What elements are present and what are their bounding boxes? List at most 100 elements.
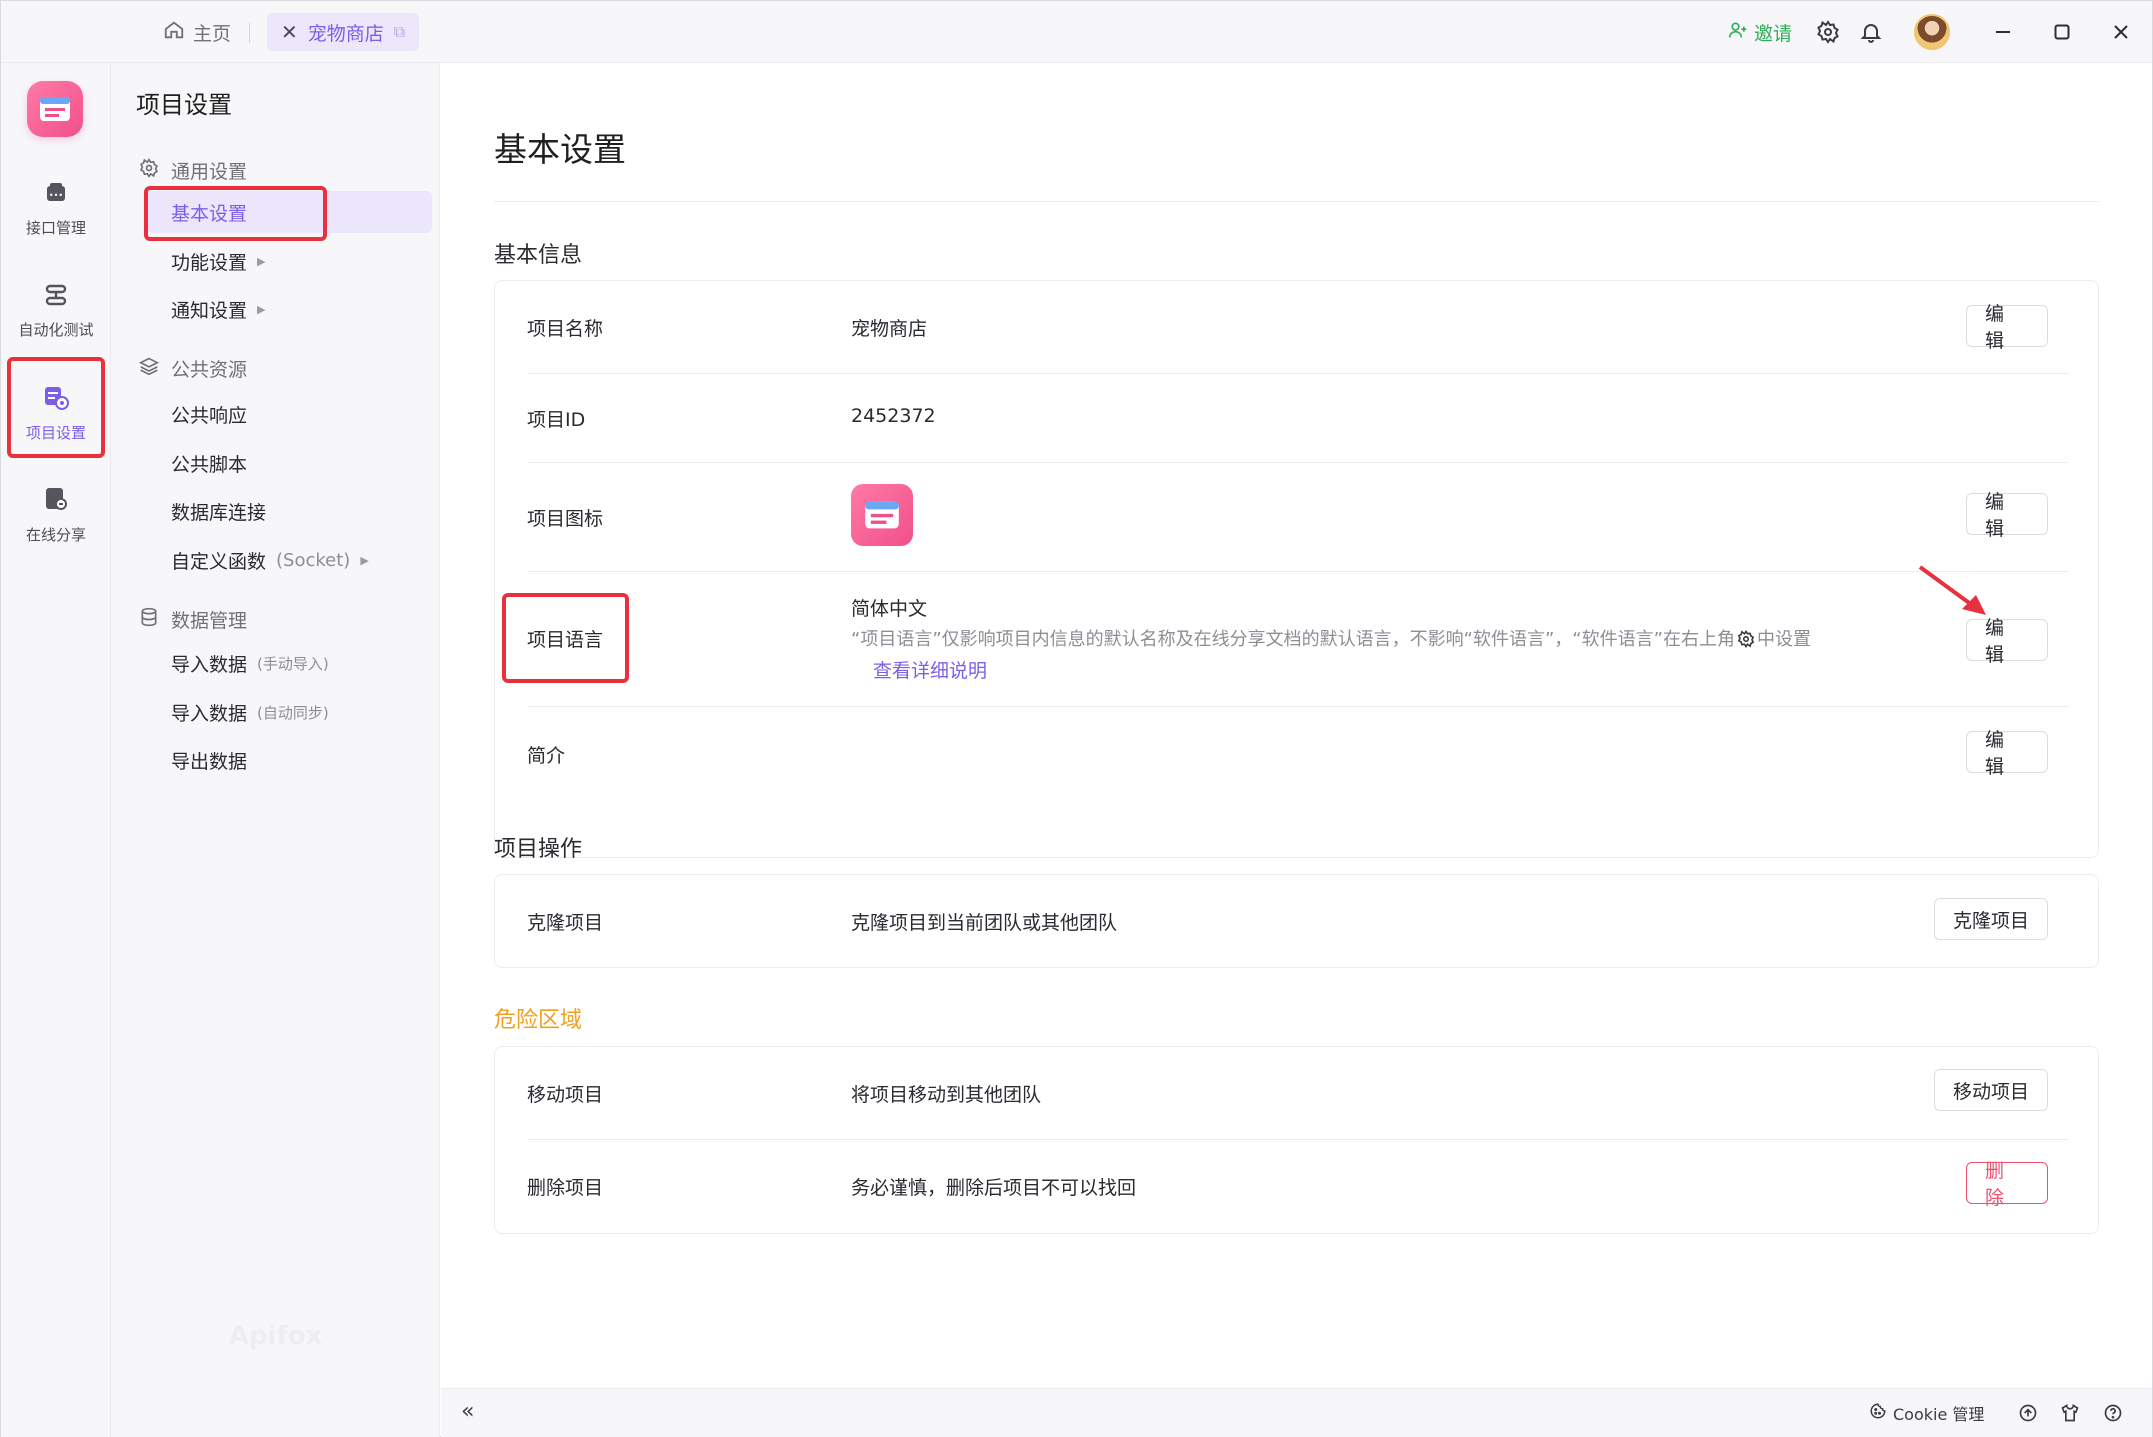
sidebar-title: 项目设置: [136, 91, 232, 119]
database-icon: [139, 607, 159, 632]
avatar[interactable]: [1914, 14, 1950, 50]
nav-suffix: (Socket): [276, 549, 351, 571]
collapse-sidebar-icon[interactable]: «: [461, 1399, 474, 1424]
apifox-watermark: Apifox: [228, 1321, 323, 1351]
row-description: 简介 编 辑: [527, 707, 2068, 799]
project-name-value: 宠物商店: [851, 318, 928, 340]
inline-gear-icon: [1737, 630, 1755, 653]
svg-text:•••: •••: [49, 191, 63, 200]
move-description: 将项目移动到其他团队: [851, 1084, 1042, 1106]
close-tab-icon[interactable]: ✕: [281, 20, 298, 44]
tab-divider: [249, 23, 250, 43]
clone-description: 克隆项目到当前团队或其他团队: [851, 912, 1118, 934]
nav-item-import-manual[interactable]: 导入数据 (手动导入): [171, 643, 329, 683]
nav-label: 导出数据: [171, 750, 248, 773]
delete-description: 务必谨慎，删除后项目不可以找回: [851, 1177, 1137, 1199]
row-project-name: 项目名称 宠物商店 编 辑: [527, 281, 2068, 373]
open-external-icon[interactable]: ⧉: [394, 22, 405, 42]
shirt-icon[interactable]: [2058, 1401, 2082, 1425]
highlight-box-rail: [7, 357, 105, 458]
nav-suffix: (自动同步): [257, 703, 329, 722]
edit-icon-button[interactable]: 编 辑: [1966, 491, 2048, 540]
row-label: 删除项目: [527, 1177, 604, 1199]
nav-item-export-data[interactable]: 导出数据: [171, 740, 247, 780]
group-public-resources: 公共资源: [138, 355, 247, 382]
rail-item-label: 在线分享: [25, 525, 86, 544]
edit-language-button[interactable]: 编 辑: [1966, 617, 2048, 666]
home-icon: [163, 19, 185, 46]
settings-sidebar: 项目设置 通用设置 基本设置 功能设置 ▶ 通知设置 ▶ 公共资源 公共响应 公…: [111, 63, 440, 1437]
cookie-label: Cookie 管理: [1893, 1405, 1985, 1424]
language-note: “项目语言”仅影响项目内信息的默认名称及在线分享文档的默认语言，不影响“软件语言…: [851, 625, 1811, 653]
card-operations: 克隆项目 克隆项目到当前团队或其他团队 克隆项目: [494, 874, 2099, 968]
highlight-box-basic-settings: [144, 186, 327, 241]
delete-project-button[interactable]: 删 除: [1966, 1160, 2048, 1209]
project-icon-preview: [851, 484, 913, 546]
nav-item-notification-settings[interactable]: 通知设置 ▶: [171, 289, 265, 329]
app-logo-icon[interactable]: [27, 81, 83, 137]
row-clone-project: 克隆项目 克隆项目到当前团队或其他团队 克隆项目: [527, 875, 2068, 967]
add-user-icon: [1728, 20, 1748, 45]
nav-label: 自定义函数: [171, 550, 267, 573]
rail-item-automation-test[interactable]: 自动化测试: [1, 267, 111, 355]
rail-item-label: 自动化测试: [18, 320, 94, 339]
row-label: 项目图标: [527, 508, 604, 530]
automation-test-icon: [44, 283, 68, 311]
invite-label: 邀请: [1754, 22, 1793, 45]
main-content: 基本设置 基本信息 项目名称 宠物商店 编 辑 项目ID 2452372 项目图…: [441, 63, 2152, 1388]
nav-rail: ••• 接口管理 自动化测试 项目设置 在线分享: [1, 63, 111, 1437]
rail-item-online-share[interactable]: 在线分享: [1, 471, 111, 559]
nav-item-custom-function[interactable]: 自定义函数 (Socket) ▶: [171, 540, 369, 580]
section-title-operations: 项目操作: [494, 837, 583, 862]
row-project-id: 项目ID 2452372: [527, 374, 2068, 462]
clone-project-button[interactable]: 克隆项目: [1934, 898, 2048, 940]
annotation-arrow-icon: [1918, 565, 1986, 615]
group-label: 通用设置: [171, 161, 248, 183]
maximize-icon[interactable]: [2046, 16, 2078, 48]
help-icon[interactable]: [2101, 1401, 2125, 1425]
nav-label: 公共响应: [171, 404, 248, 427]
layers-icon: [138, 356, 160, 381]
tab-home[interactable]: 主页: [163, 15, 231, 49]
card-basic-info: 项目名称 宠物商店 编 辑 项目ID 2452372 项目图标 编 辑 项目语言…: [494, 280, 2099, 858]
move-project-button[interactable]: 移动项目: [1934, 1069, 2048, 1111]
title-divider: [494, 201, 2099, 202]
edit-name-button[interactable]: 编 辑: [1966, 303, 2048, 352]
edit-description-button[interactable]: 编 辑: [1966, 729, 2048, 778]
nav-label: 功能设置: [171, 251, 248, 274]
minimize-icon[interactable]: [1987, 16, 2019, 48]
close-window-icon[interactable]: [2105, 16, 2137, 48]
settings-gear-icon[interactable]: [1813, 17, 1843, 47]
group-data-management: 数据管理: [139, 606, 247, 633]
page-title: 基本设置: [494, 130, 626, 169]
row-label: 克隆项目: [527, 912, 604, 934]
row-label: 项目ID: [527, 409, 586, 431]
tab-project[interactable]: ✕ 宠物商店 ⧉: [267, 13, 420, 51]
row-label: 移动项目: [527, 1084, 604, 1106]
nav-item-public-response[interactable]: 公共响应: [171, 394, 247, 434]
nav-suffix: (手动导入): [257, 654, 329, 673]
cookie-manager-button[interactable]: Cookie 管理: [1869, 1401, 1984, 1425]
row-project-icon: 项目图标 编 辑: [527, 463, 2068, 571]
app-window: 主页 ✕ 宠物商店 ⧉ 邀请 ••• 接口管理 自动化测试 项目设置 在线分享 …: [0, 0, 2153, 1437]
project-id-value: 2452372: [851, 405, 936, 427]
language-note-tail: 中设置: [1756, 629, 1811, 650]
cookie-icon: [1869, 1402, 1887, 1424]
nav-item-import-auto[interactable]: 导入数据 (自动同步): [171, 692, 329, 732]
row-move-project: 移动项目 将项目移动到其他团队 移动项目: [527, 1047, 2068, 1139]
rail-item-api-management[interactable]: ••• 接口管理: [1, 165, 111, 253]
tab-home-label: 主页: [193, 22, 232, 45]
nav-item-public-script[interactable]: 公共脚本: [171, 443, 247, 483]
nav-item-database-connection[interactable]: 数据库连接: [171, 491, 266, 531]
invite-button[interactable]: 邀请: [1728, 17, 1792, 47]
tab-project-label: 宠物商店: [307, 22, 384, 45]
nav-item-feature-settings[interactable]: 功能设置 ▶: [171, 241, 265, 281]
view-details-link[interactable]: 查看详细说明: [873, 656, 987, 683]
status-bar: « Cookie 管理: [441, 1388, 2152, 1437]
bell-icon[interactable]: [1856, 17, 1886, 47]
section-title-danger-zone: 危险区域: [494, 1008, 583, 1033]
row-project-language: 项目语言 简体中文 “项目语言”仅影响项目内信息的默认名称及在线分享文档的默认语…: [527, 572, 2068, 706]
rail-item-label: 接口管理: [25, 218, 86, 237]
language-note-text: “项目语言”仅影响项目内信息的默认名称及在线分享文档的默认语言，不影响“软件语言…: [851, 629, 1735, 650]
upload-icon[interactable]: [2016, 1401, 2040, 1425]
